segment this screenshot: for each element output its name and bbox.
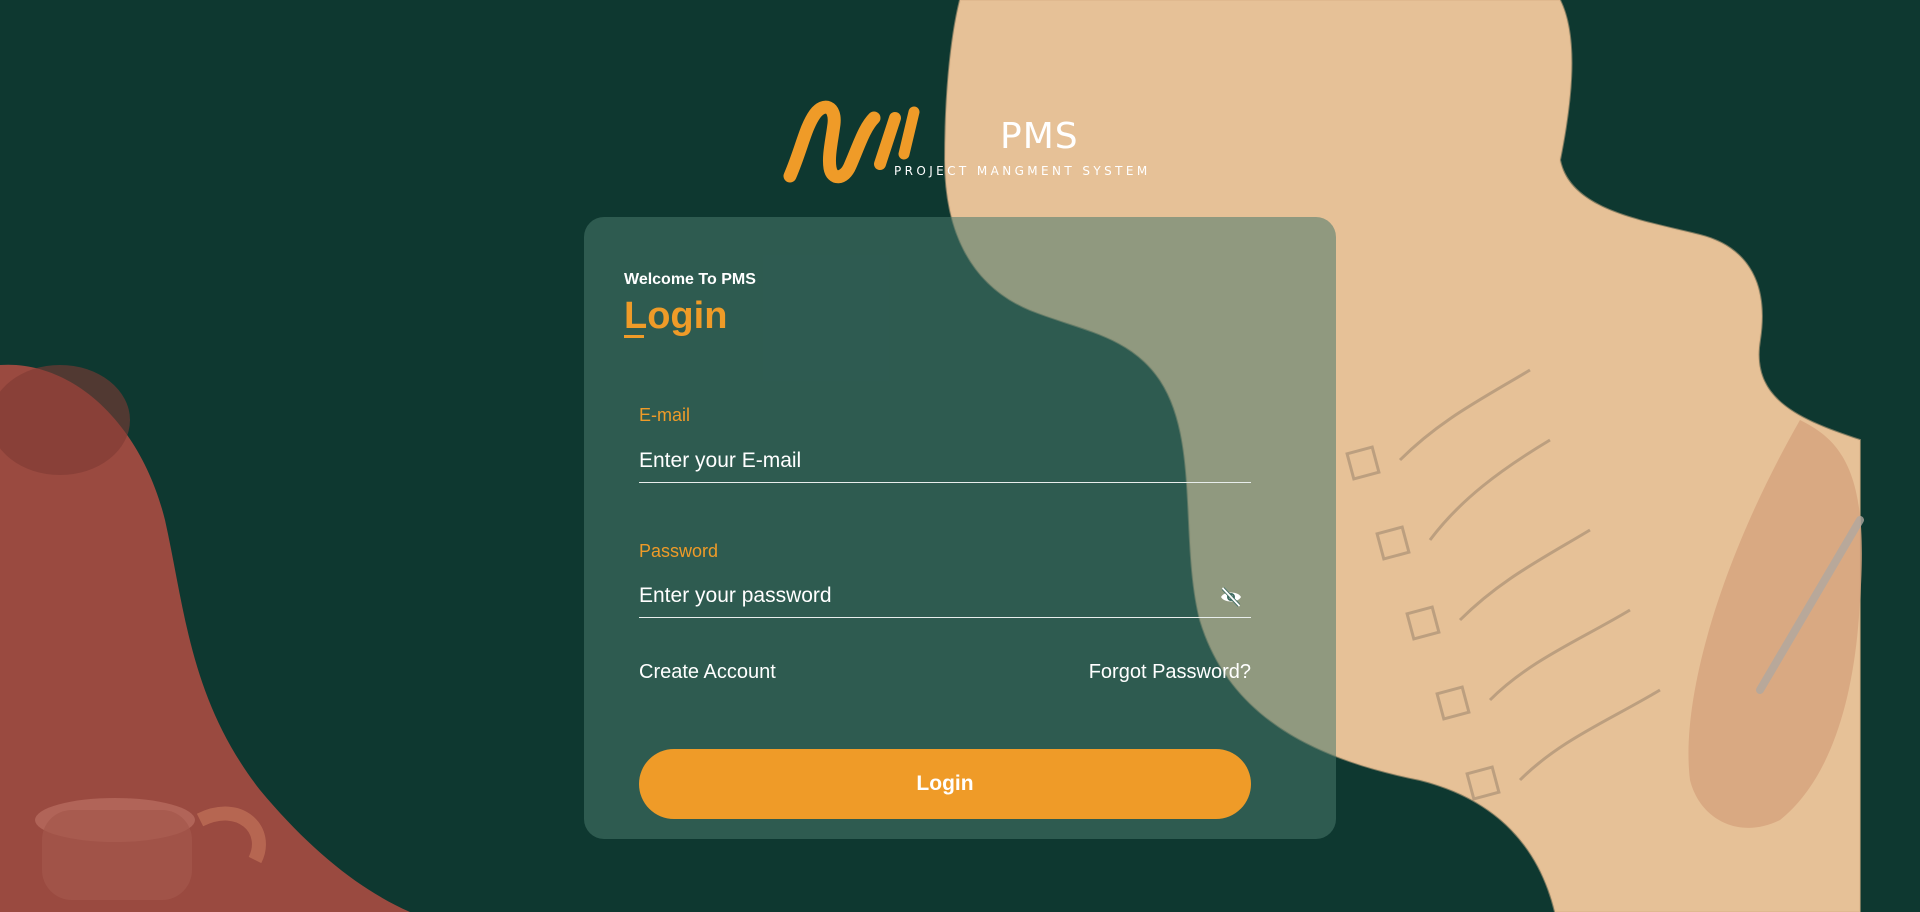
logo-subtitle: PROJECT MANGMENT SYSTEM [894,164,1151,178]
password-field-wrapper [639,577,1251,618]
logo-title: PMS [1000,116,1079,157]
page-title: Login [624,295,728,337]
create-account-link[interactable]: Create Account [639,661,776,684]
eye-slash-icon[interactable] [1219,585,1243,609]
title-underline [624,335,644,338]
background-photo-left [0,364,410,912]
password-label: Password [639,541,719,561]
password-input[interactable] [639,577,1199,615]
forgot-password-link[interactable]: Forgot Password? [1089,661,1251,684]
app-logo: PMS PROJECT MANGMENT SYSTEM [780,96,1160,186]
email-input[interactable] [639,442,1251,480]
email-field-wrapper [639,442,1251,483]
login-button[interactable]: Login [639,749,1251,819]
login-card: Welcome To PMS Login E-mail Password Cre… [584,217,1336,839]
email-label: E-mail [639,405,691,425]
welcome-text: Welcome To PMS [624,271,756,288]
